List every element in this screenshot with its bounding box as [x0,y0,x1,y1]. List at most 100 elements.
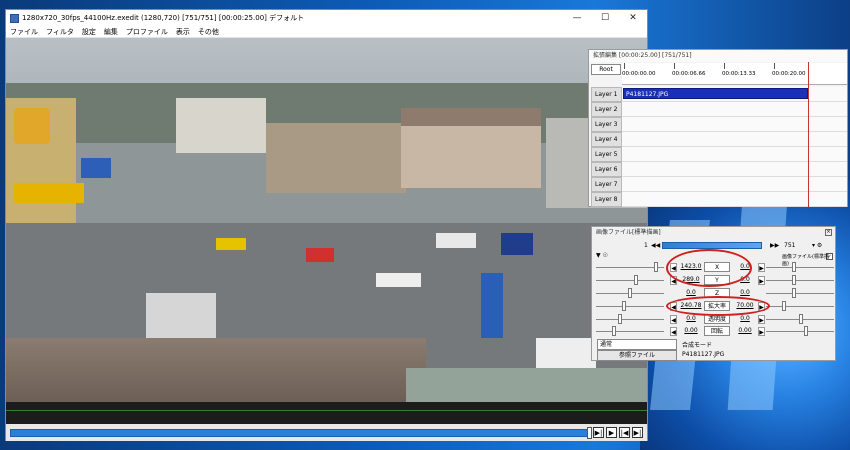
seek-track[interactable] [10,426,592,439]
slider-left[interactable] [596,306,664,307]
timeline-ruler[interactable]: 00:00:00.00 00:00:06.66 00:00:13.33 00:0… [622,63,847,85]
menu-settings[interactable]: 設定 [82,27,96,37]
menu-filter[interactable]: フィルタ [46,27,74,37]
layer-track[interactable] [622,177,847,192]
go-start-button[interactable]: |◀ [619,427,630,438]
slider-knob[interactable] [782,301,786,311]
layer-label[interactable]: Layer 8 [591,192,622,207]
slider-knob[interactable] [792,262,796,272]
increment-arrow[interactable]: ▶ [758,276,765,285]
expand-icon[interactable]: ▼ ☉ [596,252,608,259]
increment-arrow[interactable]: ▶ [758,315,765,324]
root-button[interactable]: Root [591,64,621,75]
slider-knob[interactable] [612,326,616,336]
properties-title: 画像ファイル[標準描画] [596,229,661,236]
menu-edit[interactable]: 編集 [104,27,118,37]
highlight-ellipse [666,296,770,316]
layer-label[interactable]: Layer 6 [591,162,622,177]
image-clip[interactable]: P4181127.JPG [623,88,808,99]
maximize-button[interactable]: ☐ [591,10,619,26]
app-icon [10,13,19,23]
blend-mode-select[interactable]: 通常 [597,339,677,350]
frame-end: 751 [784,242,796,249]
video-preview[interactable] [6,38,647,402]
slider-knob[interactable] [804,326,808,336]
ruler-tick [724,63,725,69]
slider-left[interactable] [596,280,664,281]
close-icon[interactable]: × [825,229,832,236]
go-end-button[interactable]: ▶| [632,427,643,438]
layer-label[interactable]: Layer 2 [591,102,622,117]
layer-track[interactable]: P4181127.JPG [622,87,847,102]
layer-track[interactable] [622,147,847,162]
layer-track[interactable] [622,117,847,132]
next-frame-button[interactable]: ▶ [606,427,617,438]
slider-right[interactable] [766,306,834,307]
param-value-left[interactable]: 0.0 [678,315,704,322]
menu-other[interactable]: その他 [198,27,219,37]
slider-knob[interactable] [654,262,658,272]
slider-knob[interactable] [618,314,622,324]
highlight-ellipse [666,249,752,287]
next-icon[interactable]: ▶▶ [770,242,779,249]
preview-sign [306,248,334,262]
slider-right[interactable] [766,293,834,294]
blend-mode-label: 合成モード [682,342,713,349]
param-value-left[interactable]: 0.00 [678,327,704,334]
frame-range-bar[interactable] [662,242,762,249]
param-name[interactable]: 回転 [704,326,730,336]
increment-arrow[interactable]: ▶ [758,327,765,336]
slider-knob[interactable] [792,288,796,298]
slider-left[interactable] [596,319,664,320]
layer-track[interactable] [622,192,847,207]
slider-knob[interactable] [622,301,626,311]
menu-view[interactable]: 表示 [176,27,190,37]
preview-sign [501,233,533,255]
slider-left[interactable] [596,331,664,332]
layer-label[interactable]: Layer 1 [591,87,622,102]
layer-track[interactable] [622,132,847,147]
slider-knob[interactable] [792,275,796,285]
layer-label[interactable]: Layer 3 [591,117,622,132]
minimize-button[interactable]: — [563,10,591,26]
layer-label[interactable]: Layer 5 [591,147,622,162]
param-value-right[interactable]: 0.00 [732,327,758,334]
preview-car [216,238,246,250]
playhead-cursor[interactable] [808,62,809,207]
param-value-right[interactable]: 0.0 [732,315,758,322]
preview-building [266,123,406,193]
play-button[interactable]: ▶| [593,427,604,438]
param-value-left[interactable]: 0.0 [678,289,704,296]
slider-knob[interactable] [634,275,638,285]
menu-file[interactable]: ファイル [10,27,38,37]
layer-label[interactable]: Layer 7 [591,177,622,192]
slider-right[interactable] [766,267,834,268]
preview-car [436,233,476,248]
menu-profile[interactable]: プロファイル [126,27,168,37]
slider-right[interactable] [766,280,834,281]
close-button[interactable]: ✕ [619,10,647,26]
prev-icon[interactable]: ◀◀ [651,242,660,249]
decrement-arrow[interactable]: ◀ [670,315,677,324]
audio-line [6,410,647,411]
seek-thumb[interactable] [587,426,592,439]
slider-knob[interactable] [799,314,803,324]
layer-label[interactable]: Layer 4 [591,132,622,147]
param-value-right[interactable]: 0.0 [732,289,758,296]
timeline-window: 拡張編集 [00:00:25.00] [751/751] Root 00:00:… [588,49,848,207]
menu-icon[interactable]: ▾ ⚙ [812,242,822,249]
layer-track[interactable] [622,102,847,117]
decrement-arrow[interactable]: ◀ [670,327,677,336]
title-bar: 1280x720_30fps_44100Hz.exedit (1280,720)… [6,10,647,26]
preview-building [176,98,266,153]
preview-foreground-roof [6,338,426,402]
preview-car [376,273,421,287]
ruler-label: 00:00:20.00 [772,71,806,77]
slider-right[interactable] [766,331,834,332]
slider-knob[interactable] [628,288,632,298]
ruler-tick [774,63,775,69]
reference-file-button[interactable]: 参照ファイル [597,350,677,361]
ruler-label: 00:00:13.33 [722,71,756,77]
layer-track[interactable] [622,162,847,177]
increment-arrow[interactable]: ▶ [758,263,765,272]
